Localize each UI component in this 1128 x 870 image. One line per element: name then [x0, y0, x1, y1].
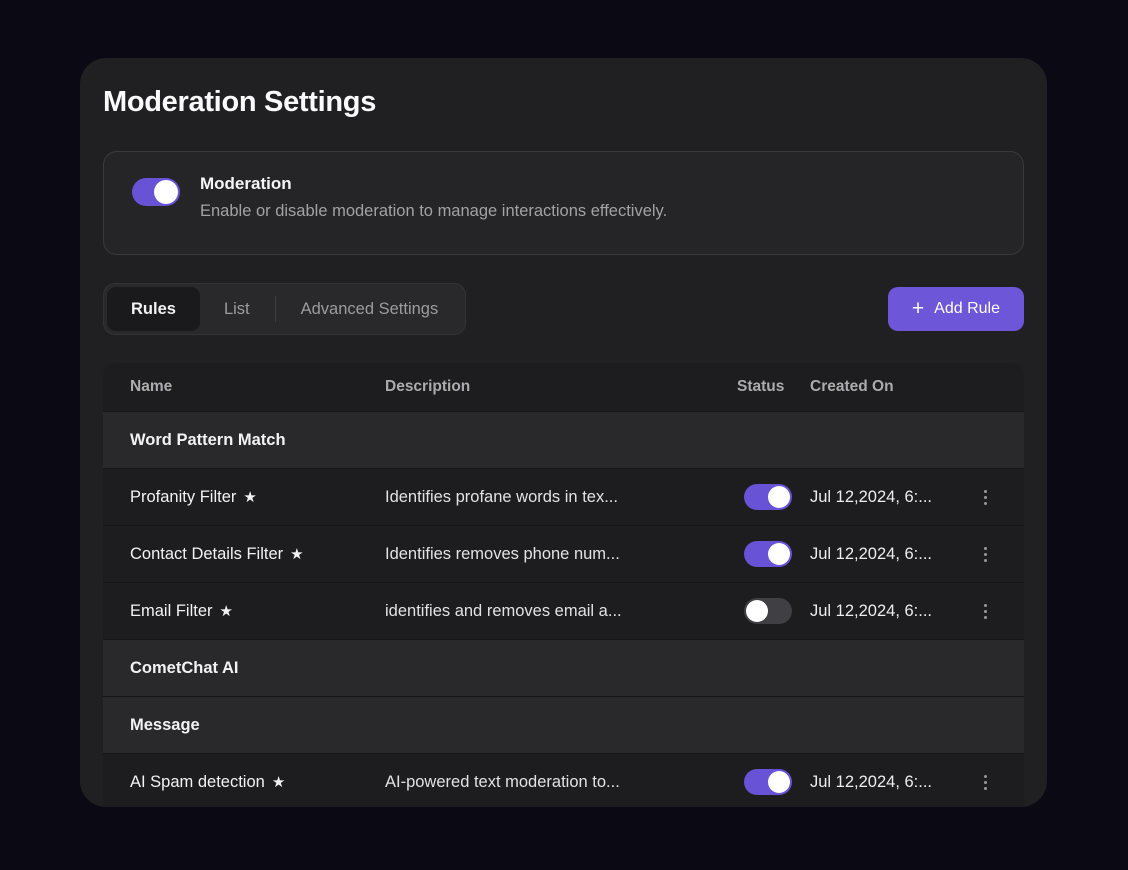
section-name-label: Message [130, 716, 385, 735]
created-on-cell: Jul 12,2024, 6:... [810, 488, 977, 507]
toggle-knob [154, 180, 178, 204]
table-section-row: Message [103, 696, 1024, 753]
favorite-star-icon: ★ [220, 603, 233, 620]
column-header-status: Status [737, 378, 810, 396]
created-on-cell: Jul 12,2024, 6:... [810, 773, 977, 792]
add-rule-button[interactable]: + Add Rule [888, 287, 1024, 331]
favorite-star-icon: ★ [290, 546, 303, 563]
moderation-toggle[interactable] [132, 178, 180, 206]
moderation-settings-panel: Moderation Settings Moderation Enable or… [80, 58, 1047, 807]
status-toggle[interactable] [744, 598, 792, 624]
kebab-menu-icon[interactable] [978, 771, 992, 794]
toggle-knob [768, 486, 790, 508]
plus-icon: + [912, 298, 924, 319]
kebab-menu-icon[interactable] [978, 543, 992, 566]
status-toggle[interactable] [744, 541, 792, 567]
table-body: Word Pattern MatchProfanity Filter★Ident… [103, 411, 1024, 807]
table-row: AI Spam detection★AI-powered text modera… [103, 753, 1024, 807]
page-title: Moderation Settings [103, 86, 376, 119]
table-row: Email Filter★identifies and removes emai… [103, 582, 1024, 639]
moderation-label: Moderation [200, 174, 292, 194]
rule-name-cell: Profanity Filter★ [130, 488, 385, 507]
tab-list[interactable]: List [200, 287, 274, 331]
rule-description-cell: AI-powered text moderation to... [385, 773, 737, 792]
rule-name-cell: AI Spam detection★ [130, 773, 385, 792]
table-section-row: Word Pattern Match [103, 411, 1024, 468]
favorite-star-icon: ★ [243, 489, 256, 506]
column-header-description: Description [385, 378, 737, 396]
rule-description-cell: identifies and removes email a... [385, 602, 737, 621]
rule-description-cell: Identifies profane words in tex... [385, 488, 737, 507]
rule-description-cell: Identifies removes phone num... [385, 545, 737, 564]
toggle-knob [768, 543, 790, 565]
status-toggle[interactable] [744, 484, 792, 510]
kebab-menu-icon[interactable] [978, 600, 992, 623]
moderation-description: Enable or disable moderation to manage i… [200, 202, 667, 221]
column-header-name: Name [130, 378, 385, 396]
table-header-row: Name Description Status Created On [103, 363, 1024, 411]
rule-name-cell: Contact Details Filter★ [130, 545, 385, 564]
tab-rules[interactable]: Rules [107, 287, 200, 331]
moderation-toggle-card: Moderation Enable or disable moderation … [103, 151, 1024, 255]
table-row: Profanity Filter★Identifies profane word… [103, 468, 1024, 525]
section-name-label: CometChat AI [130, 659, 385, 678]
created-on-cell: Jul 12,2024, 6:... [810, 602, 977, 621]
table-section-row: CometChat AI [103, 639, 1024, 696]
table-row: Contact Details Filter★Identifies remove… [103, 525, 1024, 582]
created-on-cell: Jul 12,2024, 6:... [810, 545, 977, 564]
section-name-label: Word Pattern Match [130, 431, 385, 450]
favorite-star-icon: ★ [272, 774, 285, 791]
rules-table: Name Description Status Created On Word … [103, 363, 1024, 807]
toggle-knob [768, 771, 790, 793]
kebab-menu-icon[interactable] [978, 486, 992, 509]
rule-name-cell: Email Filter★ [130, 602, 385, 621]
status-toggle[interactable] [744, 769, 792, 795]
tab-divider [275, 296, 276, 322]
page-background: Moderation Settings Moderation Enable or… [0, 0, 1128, 870]
tab-group: RulesListAdvanced Settings [103, 283, 466, 335]
tab-advanced-settings[interactable]: Advanced Settings [277, 287, 463, 331]
column-header-created-on: Created On [810, 378, 977, 396]
add-rule-label: Add Rule [934, 300, 1000, 318]
toggle-knob [746, 600, 768, 622]
